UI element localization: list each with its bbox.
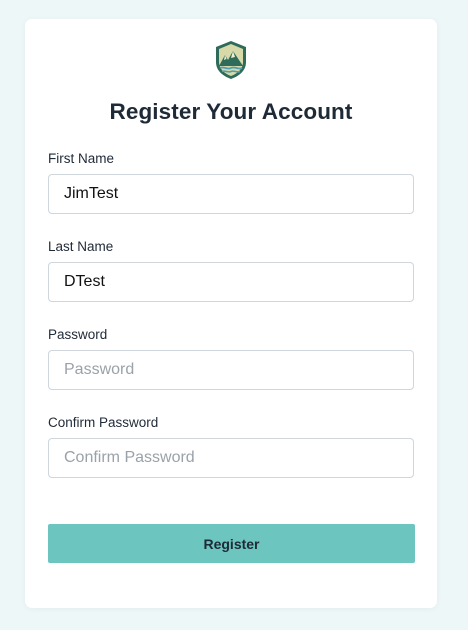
mountain-shield-icon bbox=[214, 40, 248, 80]
password-field[interactable] bbox=[48, 350, 414, 390]
page-title: Register Your Account bbox=[109, 99, 353, 124]
last-name-label: Last Name bbox=[48, 239, 114, 254]
register-button[interactable]: Register bbox=[48, 524, 415, 563]
last-name-field[interactable] bbox=[48, 262, 414, 302]
first-name-field[interactable] bbox=[48, 174, 414, 214]
confirm-password-field[interactable] bbox=[48, 438, 414, 478]
first-name-label: First Name bbox=[48, 151, 115, 166]
confirm-password-label: Confirm Password bbox=[48, 415, 159, 430]
registration-card: Register Your Account First Name Last Na… bbox=[25, 19, 437, 608]
password-label: Password bbox=[48, 327, 108, 342]
